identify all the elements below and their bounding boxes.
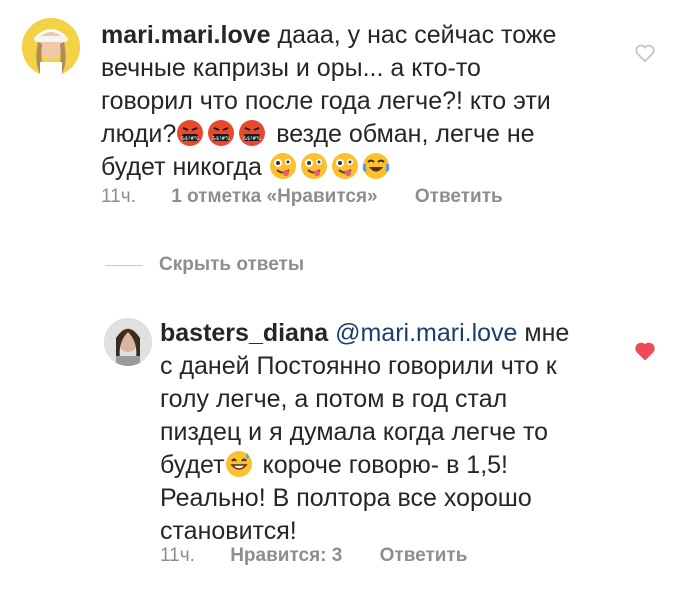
avatar[interactable] xyxy=(22,18,80,76)
heart-filled-icon[interactable] xyxy=(634,341,656,361)
grinning-sweat-emoji xyxy=(225,451,252,477)
comment-text-line: вечные капризы и оры... а кто-то xyxy=(101,54,481,82)
zany-face-emoji xyxy=(331,153,358,179)
comment-text-line: короче говорю- в 1,5! xyxy=(262,451,508,479)
comment-username[interactable]: mari.mari.love xyxy=(101,21,271,49)
hide-replies-label: Скрыть ответы xyxy=(159,254,305,275)
tears-of-joy-emoji xyxy=(362,153,390,179)
svg-text:&$!#%: &$!#% xyxy=(212,136,230,142)
comment-text-line: пиздец и я думала когда легче то xyxy=(160,418,549,446)
comment-text-line: будет xyxy=(160,451,225,479)
comment-text-line: мне xyxy=(524,319,570,347)
avatar[interactable] xyxy=(104,318,152,366)
comment-text-line: дааа, у нас сейчас тоже xyxy=(277,21,557,49)
comment-meta: 11ч. Нравится: 3 Ответить xyxy=(160,545,467,567)
comment-text: mari.mari.love дааа, у нас сейчас тоже в… xyxy=(101,19,601,184)
comment-text-line: везде обман, легче не xyxy=(276,120,535,148)
comment-time: 11ч. xyxy=(101,186,136,207)
comment-text-line: с даней Постоянно говорили что к xyxy=(160,352,557,380)
hide-replies-toggle[interactable]: Скрыть ответы xyxy=(105,254,304,276)
reply-button[interactable]: Ответить xyxy=(380,545,468,567)
swearing-face-emoji: &$!#% xyxy=(177,120,204,146)
comment-text-line: говорил что после года легче?! кто эти xyxy=(101,87,551,115)
heart-outline-icon[interactable] xyxy=(634,43,656,63)
zany-face-emoji xyxy=(300,153,327,179)
svg-text:&$!#%: &$!#% xyxy=(181,136,199,142)
comment-meta: 11ч. 1 отметка «Нравится» Ответить xyxy=(101,186,503,208)
comment-text: basters_diana @mari.mari.love мне с дане… xyxy=(160,317,600,548)
svg-text:&$!#%: &$!#% xyxy=(243,136,261,142)
swearing-face-emoji: &$!#% xyxy=(239,120,266,146)
likes-count-link[interactable]: 1 отметка «Нравится» xyxy=(171,186,377,208)
comment-username[interactable]: basters_diana xyxy=(160,319,328,347)
reply-button[interactable]: Ответить xyxy=(415,186,503,208)
comment-text-line: становится! xyxy=(160,517,297,545)
comment-text-line: люди? xyxy=(101,120,177,148)
mention-link[interactable]: @mari.mari.love xyxy=(335,319,517,347)
comment-text-line: голу легче, а потом в год стал xyxy=(160,385,508,413)
divider-line xyxy=(105,264,143,266)
comment-time: 11ч. xyxy=(160,545,195,566)
comment-text-line: будет никогда xyxy=(101,153,262,181)
comment-text-line: Реально! В полтора все хорошо xyxy=(160,484,532,512)
likes-count-link[interactable]: Нравится: 3 xyxy=(230,545,342,567)
zany-face-emoji xyxy=(269,153,296,179)
swearing-face-emoji: &$!#% xyxy=(208,120,235,146)
